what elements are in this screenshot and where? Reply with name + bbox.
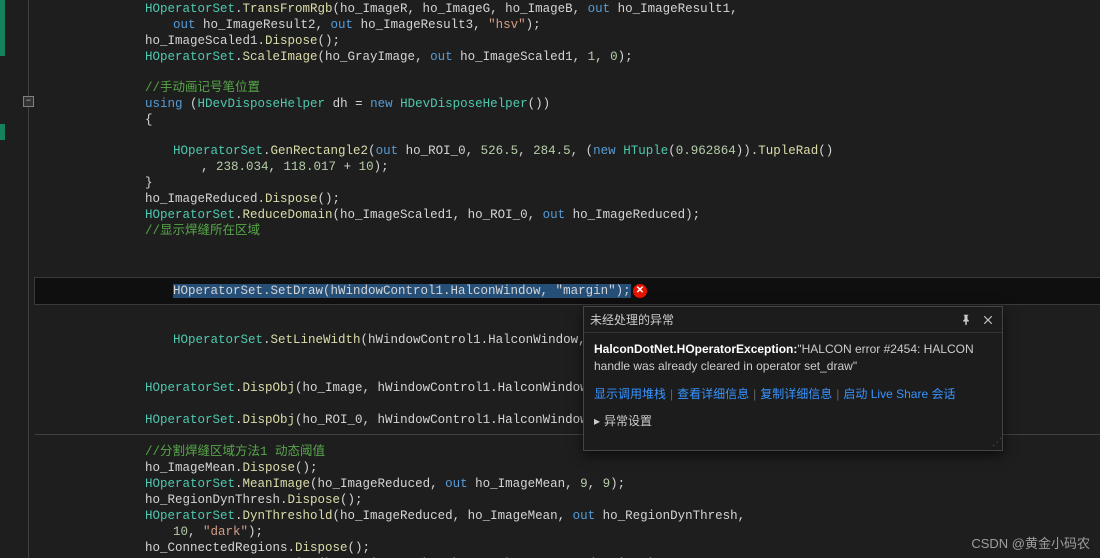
change-marker bbox=[0, 124, 5, 140]
code-line[interactable]: 10, "dark"); bbox=[35, 524, 1100, 540]
exception-title: 未经处理的异常 bbox=[590, 311, 674, 328]
fold-guide-line bbox=[28, 0, 29, 558]
code-line[interactable]: HOperatorSet.MeanImage(ho_ImageReduced, … bbox=[35, 476, 1100, 492]
watermark: CSDN @黄金小码农 bbox=[971, 533, 1090, 552]
code-line[interactable]: } bbox=[35, 175, 1100, 191]
editor-gutter: − bbox=[0, 0, 35, 558]
exception-popup: 未经处理的异常 HalconDotNet.HOperatorException:… bbox=[583, 306, 1003, 451]
code-line[interactable]: HOperatorSet.ReduceDomain(ho_ImageScaled… bbox=[35, 207, 1100, 223]
exception-links: 显示调用堆栈|查看详细信息|复制详细信息|启动 Live Share 会话 bbox=[584, 381, 1002, 408]
link-separator: | bbox=[666, 387, 677, 401]
code-line[interactable]: { bbox=[35, 112, 1100, 128]
exception-action-link[interactable]: 复制详细信息 bbox=[760, 387, 832, 401]
fold-toggle[interactable]: − bbox=[23, 96, 34, 107]
code-line[interactable]: using (HDevDisposeHelper dh = new HDevDi… bbox=[35, 96, 1100, 112]
code-line[interactable]: , 238.034, 118.017 + 10); bbox=[35, 159, 1100, 175]
separator-line bbox=[35, 304, 1100, 305]
link-separator: | bbox=[832, 387, 843, 401]
code-line[interactable]: HOperatorSet.ScaleImage(ho_GrayImage, ou… bbox=[35, 49, 1100, 65]
code-line[interactable]: ho_ImageReduced.Dispose(); bbox=[35, 191, 1100, 207]
exception-action-link[interactable]: 查看详细信息 bbox=[677, 387, 749, 401]
resize-grip-icon[interactable]: ⋰ bbox=[584, 437, 1002, 450]
exception-class: HalconDotNet.HOperatorException: bbox=[594, 342, 797, 356]
close-icon[interactable] bbox=[980, 312, 996, 328]
code-line[interactable]: ho_RegionDynThresh.Dispose(); bbox=[35, 492, 1100, 508]
code-line[interactable]: out ho_ImageResult2, out ho_ImageResult3… bbox=[35, 17, 1100, 33]
exception-settings-toggle[interactable]: ▸ 异常设置 bbox=[584, 408, 1002, 437]
code-line[interactable]: ho_ImageMean.Dispose(); bbox=[35, 460, 1100, 476]
change-marker bbox=[0, 0, 5, 56]
code-body[interactable]: HOperatorSet.TransFromRgb(ho_ImageR, ho_… bbox=[35, 0, 1100, 558]
code-line[interactable]: HOperatorSet.GenRectangle2(out ho_ROI_0,… bbox=[35, 143, 1100, 159]
exception-settings-label: 异常设置 bbox=[604, 414, 652, 428]
exception-error-icon[interactable]: ✕ bbox=[633, 284, 647, 298]
code-line[interactable]: ho_ImageScaled1.Dispose(); bbox=[35, 33, 1100, 49]
code-line[interactable]: HOperatorSet.DynThreshold(ho_ImageReduce… bbox=[35, 508, 1100, 524]
link-separator: | bbox=[749, 387, 760, 401]
exception-message: HalconDotNet.HOperatorException:"HALCON … bbox=[584, 333, 1002, 381]
code-line[interactable]: ho_ConnectedRegions.Dispose(); bbox=[35, 540, 1100, 556]
code-line[interactable]: //显示焊缝所在区域 bbox=[35, 223, 1100, 239]
code-line[interactable]: //手动画记号笔位置 bbox=[35, 80, 1100, 96]
exception-action-link[interactable]: 启动 Live Share 会话 bbox=[843, 387, 955, 401]
code-line[interactable]: HOperatorSet.TransFromRgb(ho_ImageR, ho_… bbox=[35, 1, 1100, 17]
chevron-right-icon: ▸ bbox=[594, 414, 600, 428]
pin-icon[interactable] bbox=[958, 312, 974, 328]
code-line[interactable]: HOperatorSet.SetDraw(hWindowControl1.Hal… bbox=[35, 283, 1100, 299]
exception-action-link[interactable]: 显示调用堆栈 bbox=[594, 387, 666, 401]
code-editor[interactable]: − HOperatorSet.TransFromRgb(ho_ImageR, h… bbox=[0, 0, 1100, 558]
